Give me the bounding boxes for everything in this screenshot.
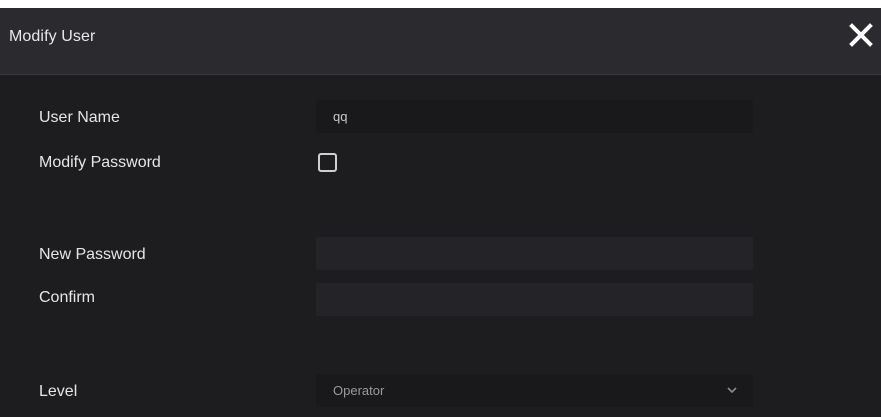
new-password-label: New Password <box>39 246 146 263</box>
level-selected-value: Operator <box>333 383 385 398</box>
user-name-input[interactable] <box>316 100 753 133</box>
chevron-down-icon <box>726 386 738 394</box>
close-icon <box>849 23 873 47</box>
level-label: Level <box>39 383 78 400</box>
modify-user-dialog: Modify User User Name Modify Password Ne… <box>0 8 881 417</box>
new-password-input[interactable] <box>316 237 753 270</box>
close-button[interactable] <box>848 22 874 48</box>
modify-password-label: Modify Password <box>39 154 161 171</box>
confirm-password-input[interactable] <box>316 283 753 316</box>
modify-password-checkbox[interactable] <box>318 153 337 172</box>
dialog-titlebar: Modify User <box>0 8 881 75</box>
confirm-label: Confirm <box>39 289 96 306</box>
user-name-label: User Name <box>39 109 120 126</box>
dialog-title: Modify User <box>9 28 96 45</box>
level-select[interactable]: Operator <box>316 374 753 407</box>
